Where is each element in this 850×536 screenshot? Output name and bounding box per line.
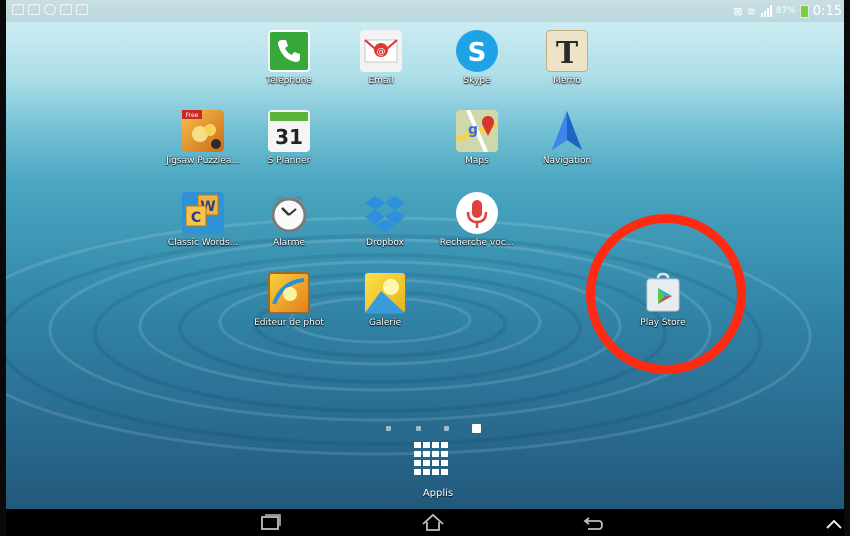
upload-icon [60,4,72,15]
recent-apps-icon[interactable] [258,509,282,536]
camera-icon [76,4,88,15]
page-indicator [380,422,490,436]
svg-text:T: T [556,36,579,71]
app-label: Classic Words... [167,238,239,248]
memo-icon: T [546,30,588,72]
apps-button[interactable]: Applis [408,440,468,502]
clock: 0:15 [812,3,842,19]
home-page-dot [416,426,421,431]
svg-text:Free: Free [186,112,199,119]
skype-icon: S [456,30,498,72]
app-label: Alarme [272,238,306,248]
svg-text:g: g [468,122,478,138]
app-label: Email [368,76,394,86]
back-icon[interactable] [580,509,606,536]
highlight-circle [586,214,746,374]
status-indicators: ⊠ ≋ 87% 0:15 [733,2,842,20]
photo-editor-icon [268,272,310,314]
chevron-up-icon[interactable] [824,509,844,536]
calendar-icon: 31 [268,110,310,152]
gallery-icon [364,272,406,314]
page-dot [386,426,391,431]
app-label: Recherche voc... [439,238,515,248]
app-label: Maps [465,156,489,166]
maps-icon: g [455,109,499,153]
apps-button-label: Applis [422,488,454,499]
alarm-icon [268,192,310,234]
status-bar: ⊠ ≋ 87% 0:15 [6,0,844,22]
jigsaw-puzzle-icon: Free [182,110,224,152]
vk-icon [44,4,56,15]
page-dot [444,426,449,431]
app-label: Memo [553,76,581,86]
app-label: S Planner [267,156,311,166]
voice-search-icon [456,192,498,234]
battery-icon [799,4,809,18]
svg-text:@: @ [377,47,386,57]
dropbox-icon [364,192,406,234]
apps-grid-icon [414,442,448,475]
app-label: Jigsaw Puzzlea... [166,156,240,166]
svg-text:S: S [468,38,487,68]
svg-text:C: C [191,210,201,226]
app-label: Dropbox [366,238,404,248]
app-label: Téléphone [266,76,312,86]
app-label: Navigation [542,156,592,166]
page-dot-active [472,424,481,433]
email-icon: @ [360,30,402,72]
classic-words-icon: W C [182,192,224,234]
bezel-left [0,0,6,536]
calendar-day: 31 [275,125,303,149]
home-screen: ⊠ ≋ 87% 0:15 Téléphone @ Email S Skype T… [0,0,850,536]
image-icon [12,4,24,15]
home-icon[interactable] [419,509,447,536]
bezel-right [844,0,850,536]
app-label: Galerie [368,318,402,328]
wifi-icon: ≋ [746,4,756,18]
navigation-icon [546,110,588,152]
battery-percent: 87% [775,6,796,16]
app-label: Editeur de phot [254,318,324,328]
navigation-bar [6,509,844,536]
picture-icon [28,4,40,15]
app-label: Skype [463,76,491,86]
cell-signal-icon [760,5,772,17]
phone-icon [268,30,310,72]
signal-blocked-icon: ⊠ [733,4,743,18]
